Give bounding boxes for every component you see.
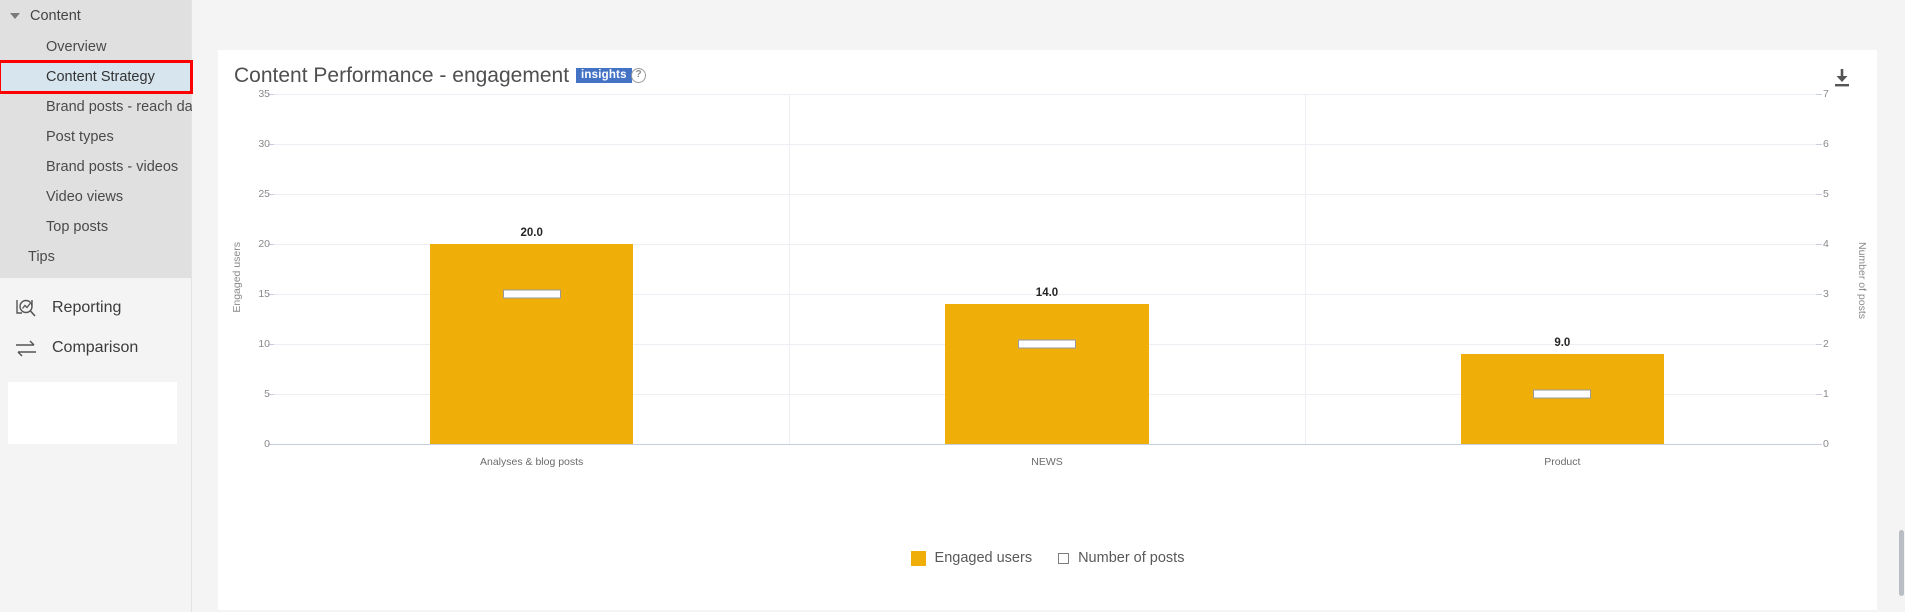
question-mark-icon[interactable]: ? [631, 68, 646, 83]
sidebar-item-reporting[interactable]: Reporting [0, 288, 191, 328]
legend-swatch-icon [1058, 552, 1070, 564]
y2-axis-tick-label: 5 [1823, 188, 1829, 200]
sidebar-item-label: Top posts [46, 219, 109, 235]
sidebar-item-content-strategy[interactable]: Content Strategy [0, 60, 193, 94]
vertical-scrollbar[interactable] [1899, 530, 1904, 596]
y2-axis-tickmark [1816, 444, 1822, 445]
y2-axis-tick-label: 7 [1823, 88, 1829, 100]
posts-marker[interactable] [1533, 389, 1592, 399]
legend-swatch-icon [910, 550, 926, 566]
caret-down-icon[interactable] [10, 13, 20, 19]
sidebar-item-brand-posts-videos[interactable]: Brand posts - videos [0, 152, 191, 182]
y-axis-tick-label: 10 [258, 338, 270, 350]
y2-axis-label: Number of posts [1856, 242, 1868, 320]
app-root: Content Overview Content Strategy Brand … [0, 0, 1905, 612]
sidebar-main-label: Comparison [52, 339, 139, 356]
chart-plot-area: 20.0 14.0 9.0 [274, 94, 1820, 444]
top-strip [192, 0, 1905, 50]
x-axis-tick-label: NEWS [1031, 456, 1063, 468]
sidebar-group-header-content[interactable]: Content [0, 0, 191, 32]
main-content: Content Performance - engagement insight… [192, 0, 1905, 612]
sidebar-item-overview[interactable]: Overview [0, 32, 191, 62]
status-badge: insights [576, 68, 632, 83]
y-axis-tick-label: 15 [258, 288, 270, 300]
download-icon[interactable] [1831, 66, 1853, 90]
sidebar-item-video-views[interactable]: Video views [0, 182, 191, 212]
posts-marker[interactable] [1017, 339, 1076, 349]
sidebar-item-label: Brand posts - videos [46, 159, 179, 175]
sidebar-item-label: Overview [46, 39, 107, 55]
y2-axis-tick-label: 0 [1823, 438, 1829, 450]
bar-value-label: 14.0 [1035, 287, 1059, 299]
sidebar-item-label: Tips [28, 249, 55, 265]
gridline [274, 444, 1820, 445]
sidebar-main-label: Reporting [52, 299, 122, 316]
sidebar-item-tips[interactable]: Tips [0, 242, 191, 272]
chart-bar[interactable]: 14.0 [945, 287, 1149, 444]
sidebar-placeholder-card [8, 382, 177, 444]
sidebar-group-content: Content Overview Content Strategy Brand … [0, 0, 205, 278]
y-axis-tick-label: 25 [258, 188, 270, 200]
reporting-magnifier-icon [14, 297, 42, 319]
legend-label: Number of posts [1078, 550, 1185, 566]
y2-axis-tick-label: 3 [1823, 288, 1829, 300]
y2-axis-tick-label: 2 [1823, 338, 1829, 350]
chart-plot: Engaged users Number of posts 0 5 10 15 20 25… [218, 88, 1877, 524]
sidebar-item-label: Content Strategy [46, 69, 155, 85]
chart-bar[interactable]: 9.0 [1460, 337, 1665, 444]
bar-value-label: 9.0 [1554, 337, 1571, 349]
chart-legend: Engaged users Number of posts [218, 550, 1877, 566]
y2-axis-tick-label: 4 [1823, 238, 1829, 250]
sidebar-item-label: Brand posts - reach data [46, 99, 205, 115]
y-axis-label: Engaged users [231, 242, 243, 313]
sidebar: Content Overview Content Strategy Brand … [0, 0, 205, 612]
comparison-arrows-icon [14, 337, 42, 359]
sidebar-item-top-posts[interactable]: Top posts [0, 212, 191, 242]
legend-label: Engaged users [934, 550, 1033, 566]
bar-value-label: 20.0 [520, 227, 543, 239]
sidebar-item-comparison[interactable]: Comparison [0, 328, 191, 368]
sidebar-item-brand-posts-reach-data[interactable]: Brand posts - reach data [0, 92, 205, 122]
legend-item-engaged-users[interactable]: Engaged users [910, 550, 1033, 566]
sidebar-group-label: Content [30, 8, 81, 24]
y-axis-tick-label: 5 [264, 388, 270, 400]
y2-axis-tick-label: 1 [1823, 388, 1829, 400]
sidebar-main-nav: Reporting Comparison [0, 278, 191, 444]
y2-axis-tick-label: 6 [1823, 138, 1829, 150]
y-axis-tick-label: 35 [258, 88, 270, 100]
x-axis-tick-label: Product [1544, 456, 1581, 468]
chart-bar[interactable]: 20.0 [429, 227, 634, 444]
x-axis-tick-label: Analyses & blog posts [480, 456, 584, 468]
sidebar-item-post-types[interactable]: Post types [0, 122, 191, 152]
y-axis-tick-label: 0 [264, 438, 270, 450]
posts-marker[interactable] [502, 289, 561, 299]
y-axis-tick-label: 20 [258, 238, 270, 250]
chart-card: Content Performance - engagement insight… [218, 50, 1877, 610]
sidebar-item-label: Post types [46, 129, 114, 145]
sidebar-item-label: Video views [46, 189, 124, 205]
page-title: Content Performance - engagement [234, 64, 570, 87]
y-axis-tick-label: 30 [258, 138, 270, 150]
legend-item-number-of-posts[interactable]: Number of posts [1058, 550, 1184, 566]
